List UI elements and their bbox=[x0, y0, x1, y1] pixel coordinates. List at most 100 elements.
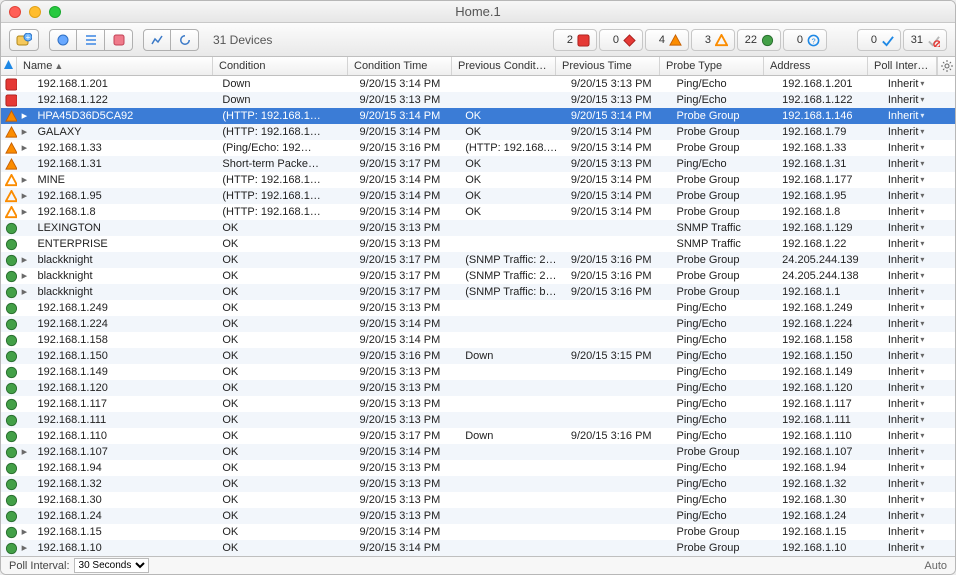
cell-poll-interval[interactable]: Inherit ▾ bbox=[882, 444, 955, 460]
table-row[interactable]: 192.168.1.122Down9/20/15 3:13 PM9/20/15 … bbox=[1, 92, 955, 108]
cell-poll-interval[interactable]: Inherit ▾ bbox=[882, 92, 955, 108]
cell-poll-interval[interactable]: Inherit ▾ bbox=[882, 316, 955, 332]
zoom-window-button[interactable] bbox=[49, 6, 61, 18]
expand-toggle[interactable]: ▸ bbox=[17, 108, 31, 124]
header-address[interactable]: Address bbox=[764, 57, 868, 75]
table-row[interactable]: ▸192.168.1.8(HTTP: 192.168.1…9/20/15 3:1… bbox=[1, 204, 955, 220]
cell-poll-interval[interactable]: Inherit ▾ bbox=[882, 412, 955, 428]
table-row[interactable]: ▸MINE(HTTP: 192.168.1…9/20/15 3:14 PMOK9… bbox=[1, 172, 955, 188]
cell-poll-interval[interactable]: Inherit ▾ bbox=[882, 524, 955, 540]
table-row[interactable]: 192.168.1.31Short-term Packe…9/20/15 3:1… bbox=[1, 156, 955, 172]
table-row[interactable]: LEXINGTONOK9/20/15 3:13 PMSNMP Traffic19… bbox=[1, 220, 955, 236]
cell-poll-interval[interactable]: Inherit ▾ bbox=[882, 428, 955, 444]
expand-toggle[interactable]: ▸ bbox=[17, 188, 31, 204]
cell-poll-interval[interactable]: Inherit ▾ bbox=[882, 492, 955, 508]
table-row[interactable]: ▸HPA45D36D5CA92(HTTP: 192.168.1…9/20/15 … bbox=[1, 108, 955, 124]
header-gear-button[interactable] bbox=[937, 57, 955, 75]
table-scroll-area[interactable]: 192.168.1.201Down9/20/15 3:14 PM9/20/15 … bbox=[1, 76, 955, 556]
cell-poll-interval[interactable]: Inherit ▾ bbox=[882, 108, 955, 124]
cell-poll-interval[interactable]: Inherit ▾ bbox=[882, 460, 955, 476]
cell-poll-interval[interactable]: Inherit ▾ bbox=[882, 188, 955, 204]
table-row[interactable]: 192.168.1.117OK9/20/15 3:13 PMPing/Echo1… bbox=[1, 396, 955, 412]
cell-poll-interval[interactable]: Inherit ▾ bbox=[882, 380, 955, 396]
table-row[interactable]: 192.168.1.111OK9/20/15 3:13 PMPing/Echo1… bbox=[1, 412, 955, 428]
cell-poll-interval[interactable]: Inherit ▾ bbox=[882, 124, 955, 140]
header-status-icon[interactable] bbox=[1, 57, 17, 75]
expand-toggle[interactable]: ▸ bbox=[17, 252, 31, 268]
expand-toggle[interactable]: ▸ bbox=[17, 268, 31, 284]
header-name[interactable]: Name▲ bbox=[17, 57, 213, 75]
table-row[interactable]: 192.168.1.150OK9/20/15 3:16 PMDown9/20/1… bbox=[1, 348, 955, 364]
header-previous-time[interactable]: Previous Time bbox=[556, 57, 660, 75]
header-condition-time[interactable]: Condition Time bbox=[348, 57, 452, 75]
header-condition[interactable]: Condition bbox=[213, 57, 348, 75]
close-window-button[interactable] bbox=[9, 6, 21, 18]
table-row[interactable]: 192.168.1.30OK9/20/15 3:13 PMPing/Echo19… bbox=[1, 492, 955, 508]
table-row[interactable]: ▸192.168.1.33(Ping/Echo: 192…9/20/15 3:1… bbox=[1, 140, 955, 156]
table-row[interactable]: 192.168.1.32OK9/20/15 3:13 PMPing/Echo19… bbox=[1, 476, 955, 492]
expand-toggle[interactable]: ▸ bbox=[17, 284, 31, 300]
table-row[interactable]: ▸192.168.1.15OK9/20/15 3:14 PMProbe Grou… bbox=[1, 524, 955, 540]
cell-poll-interval[interactable]: Inherit ▾ bbox=[882, 540, 955, 556]
cell-poll-interval[interactable]: Inherit ▾ bbox=[882, 476, 955, 492]
table-row[interactable]: ▸192.168.1.95(HTTP: 192.168.1…9/20/15 3:… bbox=[1, 188, 955, 204]
view-list-button[interactable] bbox=[77, 29, 105, 51]
table-row[interactable]: ▸GALAXY(HTTP: 192.168.1…9/20/15 3:14 PMO… bbox=[1, 124, 955, 140]
expand-toggle[interactable]: ▸ bbox=[17, 204, 31, 220]
cell-poll-interval[interactable]: Inherit ▾ bbox=[882, 252, 955, 268]
view-network-button[interactable] bbox=[105, 29, 133, 51]
table-row[interactable]: ▸blackknightOK9/20/15 3:17 PM(SNMP Traff… bbox=[1, 284, 955, 300]
table-row[interactable]: 192.168.1.158OK9/20/15 3:14 PMPing/Echo1… bbox=[1, 332, 955, 348]
cell-poll-interval[interactable]: Inherit ▾ bbox=[882, 332, 955, 348]
expand-toggle[interactable]: ▸ bbox=[17, 140, 31, 156]
table-row[interactable]: 192.168.1.120OK9/20/15 3:13 PMPing/Echo1… bbox=[1, 380, 955, 396]
table-row[interactable]: ▸blackknightOK9/20/15 3:17 PM(SNMP Traff… bbox=[1, 268, 955, 284]
refresh-button[interactable] bbox=[171, 29, 199, 51]
status-ok[interactable]: 22 bbox=[737, 29, 781, 51]
minimize-window-button[interactable] bbox=[29, 6, 41, 18]
cell-poll-interval[interactable]: Inherit ▾ bbox=[882, 140, 955, 156]
cell-poll-interval[interactable]: Inherit ▾ bbox=[882, 236, 955, 252]
status-warning[interactable]: 3 bbox=[691, 29, 735, 51]
table-row[interactable]: 192.168.1.94OK9/20/15 3:13 PMPing/Echo19… bbox=[1, 460, 955, 476]
expand-toggle[interactable]: ▸ bbox=[17, 540, 31, 556]
cell-poll-interval[interactable]: Inherit ▾ bbox=[882, 172, 955, 188]
cell-poll-interval[interactable]: Inherit ▾ bbox=[882, 268, 955, 284]
table-row[interactable]: 192.168.1.110OK9/20/15 3:17 PMDown9/20/1… bbox=[1, 428, 955, 444]
status-alarm[interactable]: 4 bbox=[645, 29, 689, 51]
chart-button[interactable] bbox=[143, 29, 171, 51]
table-row[interactable]: 192.168.1.149OK9/20/15 3:13 PMPing/Echo1… bbox=[1, 364, 955, 380]
cell-poll-interval[interactable]: Inherit ▾ bbox=[882, 76, 955, 92]
cell-poll-interval[interactable]: Inherit ▾ bbox=[882, 364, 955, 380]
expand-toggle[interactable]: ▸ bbox=[17, 524, 31, 540]
status-down[interactable]: 2 bbox=[553, 29, 597, 51]
cell-poll-interval[interactable]: Inherit ▾ bbox=[882, 204, 955, 220]
cell-poll-interval[interactable]: Inherit ▾ bbox=[882, 348, 955, 364]
cell-poll-interval[interactable]: Inherit ▾ bbox=[882, 300, 955, 316]
table-row[interactable]: ENTERPRISEOK9/20/15 3:13 PMSNMP Traffic1… bbox=[1, 236, 955, 252]
cell-poll-interval[interactable]: Inherit ▾ bbox=[882, 156, 955, 172]
poll-interval-select[interactable]: 30 Seconds bbox=[74, 558, 149, 573]
table-row[interactable]: 192.168.1.249OK9/20/15 3:13 PMPing/Echo1… bbox=[1, 300, 955, 316]
cell-poll-interval[interactable]: Inherit ▾ bbox=[882, 396, 955, 412]
header-probe-type[interactable]: Probe Type bbox=[660, 57, 764, 75]
header-poll-interval[interactable]: Poll Interval bbox=[868, 57, 937, 75]
expand-toggle[interactable]: ▸ bbox=[17, 444, 31, 460]
table-row[interactable]: 192.168.1.24OK9/20/15 3:13 PMPing/Echo19… bbox=[1, 508, 955, 524]
cell-poll-interval[interactable]: Inherit ▾ bbox=[882, 284, 955, 300]
header-previous-condition[interactable]: Previous Conditi… bbox=[452, 57, 556, 75]
table-row[interactable]: ▸192.168.1.10OK9/20/15 3:14 PMProbe Grou… bbox=[1, 540, 955, 556]
expand-toggle[interactable]: ▸ bbox=[17, 172, 31, 188]
add-device-button[interactable]: + bbox=[9, 29, 39, 51]
status-unacked[interactable]: 31 bbox=[903, 29, 947, 51]
status-acked[interactable]: 0 bbox=[857, 29, 901, 51]
table-row[interactable]: ▸192.168.1.107OK9/20/15 3:14 PMProbe Gro… bbox=[1, 444, 955, 460]
table-row[interactable]: ▸blackknightOK9/20/15 3:17 PM(SNMP Traff… bbox=[1, 252, 955, 268]
view-map-button[interactable] bbox=[49, 29, 77, 51]
status-critical[interactable]: 0 bbox=[599, 29, 643, 51]
status-unknown[interactable]: 0? bbox=[783, 29, 827, 51]
expand-toggle[interactable]: ▸ bbox=[17, 124, 31, 140]
cell-poll-interval[interactable]: Inherit ▾ bbox=[882, 220, 955, 236]
cell-poll-interval[interactable]: Inherit ▾ bbox=[882, 508, 955, 524]
table-row[interactable]: 192.168.1.201Down9/20/15 3:14 PM9/20/15 … bbox=[1, 76, 955, 92]
